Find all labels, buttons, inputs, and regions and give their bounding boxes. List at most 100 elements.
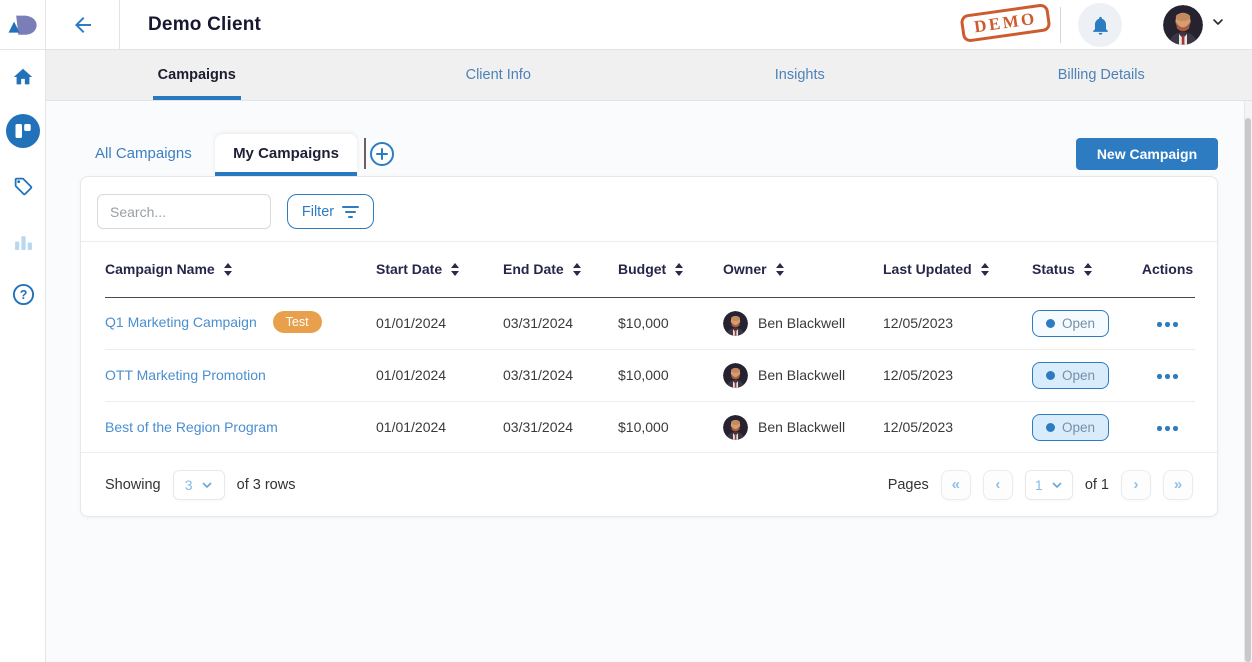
- bar-chart-icon: [14, 232, 33, 251]
- start-date-cell: 01/01/2024: [376, 349, 503, 401]
- subtab-active-underline: [215, 172, 357, 176]
- sort-icon: [573, 263, 581, 276]
- column-label: Actions: [1142, 261, 1193, 277]
- last-updated-cell: 12/05/2023: [883, 401, 1032, 453]
- first-page-button[interactable]: «: [941, 470, 971, 500]
- column-label: Start Date: [376, 261, 442, 277]
- page-select[interactable]: 1: [1025, 470, 1073, 500]
- tab-client-info[interactable]: Client Info: [348, 50, 650, 100]
- help-icon: ?: [12, 283, 35, 306]
- end-date-cell: 03/31/2024: [503, 349, 618, 401]
- status-label: Open: [1062, 316, 1095, 331]
- sort-icon: [776, 263, 784, 276]
- column-header[interactable]: Campaign Name: [105, 242, 376, 297]
- sidebar-item-home[interactable]: [0, 66, 46, 88]
- pages-label: Pages: [888, 477, 929, 493]
- campaign-name-link[interactable]: Best of the Region Program: [105, 419, 278, 435]
- user-menu-chevron-down-icon[interactable]: [1210, 14, 1226, 35]
- app-logo[interactable]: [0, 0, 46, 50]
- tab-label: Insights: [775, 67, 825, 83]
- logo-icon: [6, 10, 40, 40]
- end-date-cell: 03/31/2024: [503, 401, 618, 453]
- filter-label: Filter: [302, 204, 334, 220]
- last-page-button[interactable]: »: [1163, 470, 1193, 500]
- owner-avatar: [723, 363, 748, 388]
- svg-text:?: ?: [19, 288, 27, 302]
- tab-insights[interactable]: Insights: [649, 50, 951, 100]
- sidebar-item-dashboard[interactable]: [0, 114, 46, 148]
- tab-label: Campaigns: [158, 67, 236, 83]
- chevron-down-icon: [201, 479, 213, 491]
- search-filter-row: Filter: [81, 177, 1217, 242]
- showing-label: Showing: [105, 477, 161, 493]
- campaigns-table: Campaign Name Start Date End Date Budget…: [105, 242, 1195, 453]
- last-updated-cell: 12/05/2023: [883, 349, 1032, 401]
- campaign-name-link[interactable]: OTT Marketing Promotion: [105, 367, 266, 383]
- column-header[interactable]: Budget: [618, 242, 723, 297]
- tab-campaigns[interactable]: Campaigns: [46, 50, 348, 100]
- dashboard-icon: [6, 114, 40, 148]
- column-label: Last Updated: [883, 261, 972, 277]
- column-header[interactable]: Start Date: [376, 242, 503, 297]
- tab-label: Client Info: [466, 67, 531, 83]
- sidebar-item-analytics[interactable]: [0, 232, 46, 251]
- left-sidebar: ?: [0, 50, 46, 662]
- rows-per-page-select[interactable]: 3: [173, 470, 225, 500]
- subtab-my-campaigns[interactable]: My Campaigns: [215, 134, 357, 172]
- column-label: Status: [1032, 261, 1075, 277]
- column-header[interactable]: End Date: [503, 242, 618, 297]
- user-avatar[interactable]: [1163, 5, 1203, 45]
- back-arrow-icon: [71, 13, 95, 37]
- row-actions-button[interactable]: [1155, 420, 1180, 437]
- prev-page-button[interactable]: ‹: [983, 470, 1013, 500]
- status-badge: Open: [1032, 362, 1109, 389]
- sort-icon: [675, 263, 683, 276]
- of-pages-label: of 1: [1085, 477, 1109, 493]
- filter-icon: [342, 205, 359, 219]
- next-page-button[interactable]: ›: [1121, 470, 1151, 500]
- column-header[interactable]: Status: [1032, 242, 1140, 297]
- start-date-cell: 01/01/2024: [376, 297, 503, 349]
- sidebar-item-tags[interactable]: [0, 176, 46, 197]
- status-dot-icon: [1046, 371, 1055, 380]
- filter-button[interactable]: Filter: [287, 194, 374, 229]
- owner-name: Ben Blackwell: [758, 367, 845, 383]
- add-tab-button[interactable]: [369, 141, 395, 167]
- tab-label: Billing Details: [1058, 67, 1145, 83]
- status-dot-icon: [1046, 319, 1055, 328]
- back-button[interactable]: [46, 0, 120, 50]
- campaigns-card: Filter Campaign Name Start Date End Date…: [80, 176, 1218, 517]
- row-actions-button[interactable]: [1155, 368, 1180, 385]
- test-badge: Test: [273, 311, 322, 333]
- owner-name: Ben Blackwell: [758, 419, 845, 435]
- subtab-all-campaigns[interactable]: All Campaigns: [95, 145, 192, 162]
- sidebar-item-help[interactable]: ?: [0, 283, 46, 306]
- status-dot-icon: [1046, 423, 1055, 432]
- scrollbar-thumb[interactable]: [1245, 118, 1251, 662]
- column-label: Campaign Name: [105, 261, 215, 277]
- column-header[interactable]: Owner: [723, 242, 883, 297]
- status-label: Open: [1062, 368, 1095, 383]
- page-value: 1: [1035, 477, 1043, 493]
- campaign-name-link[interactable]: Q1 Marketing Campaign: [105, 314, 257, 330]
- subtab-divider: [364, 138, 366, 169]
- new-campaign-button[interactable]: New Campaign: [1076, 138, 1218, 170]
- table-header-row: Campaign Name Start Date End Date Budget…: [105, 242, 1195, 297]
- tab-billing-details[interactable]: Billing Details: [951, 50, 1252, 100]
- budget-cell: $10,000: [618, 297, 723, 349]
- column-header: Actions: [1140, 242, 1195, 297]
- column-label: Budget: [618, 261, 666, 277]
- end-date-cell: 03/31/2024: [503, 297, 618, 349]
- sort-icon: [1084, 263, 1092, 276]
- tag-icon: [13, 176, 34, 197]
- rows-per-page-value: 3: [185, 477, 193, 493]
- page-title: Demo Client: [148, 0, 261, 50]
- row-actions-button[interactable]: [1155, 316, 1180, 333]
- search-input[interactable]: [97, 194, 271, 229]
- of-rows-label: of 3 rows: [237, 477, 296, 493]
- notifications-button[interactable]: [1078, 3, 1122, 47]
- client-tabs: Campaigns Client Info Insights Billing D…: [46, 50, 1252, 101]
- column-header[interactable]: Last Updated: [883, 242, 1032, 297]
- table-row: Best of the Region Program 01/01/2024 03…: [105, 401, 1195, 453]
- owner-avatar: [723, 415, 748, 440]
